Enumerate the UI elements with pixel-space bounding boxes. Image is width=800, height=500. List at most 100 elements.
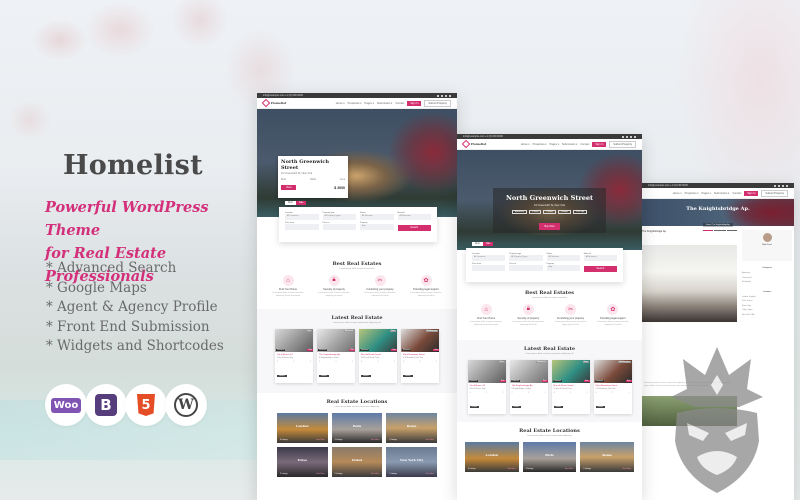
location-field[interactable]: Location All Locations (285, 212, 319, 220)
facebook-icon[interactable] (437, 94, 439, 97)
price-to-input[interactable] (322, 224, 356, 230)
submit-property-button[interactable]: Submit Property (761, 189, 788, 197)
location-more-link[interactable]: View More (623, 468, 631, 470)
nav-submission[interactable]: Submission ▾ (562, 143, 577, 146)
submit-property-button[interactable]: Submit Property (609, 140, 636, 148)
agent-card[interactable]: Mark Frost (742, 230, 792, 261)
hero-view-button[interactable]: View (281, 185, 297, 190)
instagram-icon[interactable] (449, 94, 451, 97)
nav-submission[interactable]: Submission ▾ (377, 102, 392, 105)
nav-properties[interactable]: Properties ▾ (348, 102, 362, 105)
nav-contact[interactable]: Contact (732, 192, 741, 195)
material-field[interactable]: Material All Materials (397, 212, 431, 220)
location-card[interactable]: Paris 3 Listings View More (331, 413, 383, 444)
location-card[interactable]: Paris 3 Listings View More (522, 442, 577, 473)
listing-title[interactable]: The Knightsbridge Ap. (512, 385, 546, 387)
instagram-icon[interactable] (634, 135, 636, 138)
nav-pages[interactable]: Pages ▾ (550, 143, 559, 146)
details-button[interactable]: Details (319, 375, 329, 378)
property-select[interactable]: Any (360, 224, 394, 230)
property-type-field[interactable]: Property type All Property Types (509, 253, 543, 261)
details-button[interactable]: Details (361, 375, 371, 378)
location-field[interactable]: Location All Locations (472, 253, 506, 261)
location-card[interactable]: Rome 3 Listings View More (580, 442, 634, 473)
tag-for-sale[interactable]: For Sale (703, 230, 714, 231)
location-more-link[interactable]: View More (316, 439, 324, 441)
instagram-icon[interactable] (786, 184, 788, 187)
details-button[interactable]: Details (277, 375, 287, 378)
signin-button[interactable]: Sign In (592, 141, 607, 147)
location-more-link[interactable]: View More (371, 439, 379, 441)
location-more-link[interactable]: View More (316, 473, 324, 475)
nav-home[interactable]: Home ▾ (673, 192, 682, 195)
material-select[interactable]: All Materials (583, 255, 617, 261)
nav-pages[interactable]: Pages ▾ (702, 192, 711, 195)
listing-card[interactable]: Rent Featured Sale Rue de Rivoli Grand 10 Ru… (551, 360, 590, 415)
listing-card[interactable]: Rent Featured Sale Via di Ronco 34 8 Via di … (275, 329, 313, 384)
signin-button[interactable]: Sign In (407, 100, 422, 106)
property-photo[interactable] (642, 245, 737, 322)
location-card[interactable]: New York City 5 Listings View More (386, 447, 437, 478)
linkedin-icon[interactable] (630, 135, 632, 138)
property-type-field[interactable]: Property type All Property Types (322, 212, 356, 220)
details-button[interactable]: Details (469, 406, 479, 409)
property-field[interactable]: Property Any (360, 222, 394, 231)
twitter-icon[interactable] (778, 184, 780, 187)
price-from-input[interactable] (472, 265, 506, 271)
material-select[interactable]: All Materials (397, 214, 431, 220)
search-button[interactable]: Search (397, 225, 431, 231)
location-more-link[interactable]: View More (565, 468, 573, 470)
location-more-link[interactable]: View More (426, 473, 434, 475)
location-card[interactable]: Tokyo 2 Listings View More (277, 447, 328, 478)
linkedin-icon[interactable] (782, 184, 784, 187)
sidebar-item[interactable]: Residential (742, 280, 792, 285)
listing-card[interactable]: Building type Featured Sale West Broadway S… (401, 329, 439, 384)
twitter-icon[interactable] (441, 94, 443, 97)
logo[interactable]: Homelist (461, 139, 486, 149)
location-more-link[interactable]: View More (507, 468, 515, 470)
listing-title[interactable]: The Knightsbridge Ap. (319, 354, 353, 356)
location-card[interactable]: London 4 Listings View More (277, 413, 328, 444)
search-button[interactable]: Search (583, 266, 617, 272)
price-to-input[interactable] (509, 265, 543, 271)
listing-card[interactable]: Rent Featured Sale Rue de Rivoli Grand 10 Ru… (359, 329, 397, 384)
listing-title[interactable]: West Broadway Street (596, 385, 630, 387)
nav-home[interactable]: Home ▾ (336, 102, 345, 105)
breadcrumb[interactable]: Home / The Knightsbridge Ap. (703, 223, 733, 227)
location-card[interactable]: Dubai 2 Listings View More (331, 447, 383, 478)
signin-button[interactable]: Sign In (744, 190, 759, 196)
tab-rent[interactable]: Rent (472, 242, 483, 246)
tab-rent[interactable]: Rent (285, 201, 296, 205)
location-select[interactable]: All Locations (285, 214, 319, 220)
location-more-link[interactable]: View More (371, 473, 379, 475)
listing-card[interactable]: Rent Featured Sale Via di Ronco 34 8 Via di … (467, 360, 506, 415)
facebook-icon[interactable] (622, 135, 624, 138)
nav-contact[interactable]: Contact (395, 102, 404, 105)
status-select[interactable]: All Statuses (546, 255, 580, 261)
details-button[interactable]: Details (595, 406, 605, 409)
property-type-select[interactable]: All Property Types (509, 255, 543, 261)
listing-card[interactable]: Building type Featured Sale West Broadway S… (593, 360, 632, 415)
price-to-field[interactable]: Price to (509, 263, 543, 272)
facebook-icon[interactable] (774, 184, 776, 187)
nav-properties[interactable]: Properties ▾ (685, 192, 699, 195)
listing-card[interactable]: Apartment Featured Sale The Knightsbridge A… (509, 360, 548, 415)
tag-featured[interactable]: Featured (726, 230, 737, 231)
details-button[interactable]: Details (403, 375, 413, 378)
details-button[interactable]: Details (511, 406, 521, 409)
status-field[interactable]: Status All Statuses (360, 212, 394, 220)
tab-sale[interactable]: Sale (295, 201, 307, 205)
location-select[interactable]: All Locations (472, 255, 506, 261)
logo[interactable]: Homelist (261, 98, 286, 108)
nav-pages[interactable]: Pages ▾ (365, 102, 374, 105)
price-from-input[interactable] (285, 224, 319, 230)
listing-title[interactable]: Via di Ronco 34 (277, 354, 311, 356)
nav-submission[interactable]: Submission ▾ (714, 192, 729, 195)
listing-card[interactable]: Apartment Featured Sale The Knightsbridge A… (317, 329, 355, 384)
property-field[interactable]: Property Any (546, 263, 580, 272)
listing-title[interactable]: Via di Ronco 34 (470, 385, 504, 387)
material-field[interactable]: Material All Materials (583, 253, 617, 261)
property-select[interactable]: Any (546, 265, 580, 271)
location-more-link[interactable]: View More (426, 439, 434, 441)
nav-home[interactable]: Home ▾ (521, 143, 530, 146)
